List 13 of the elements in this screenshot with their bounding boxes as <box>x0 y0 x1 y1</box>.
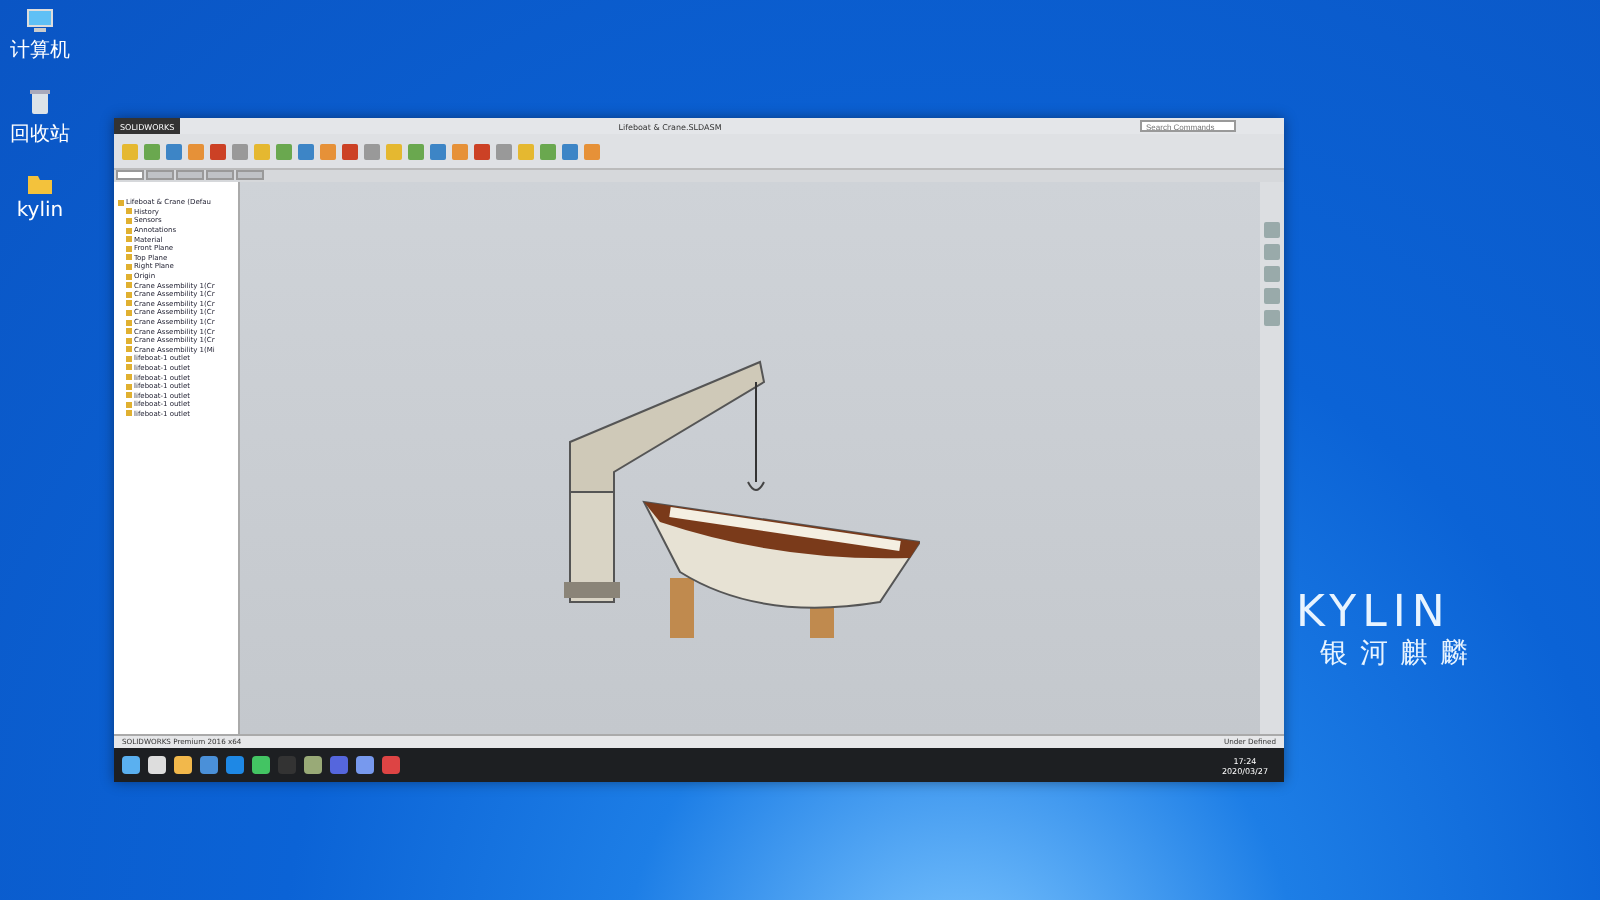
ribbon-tab[interactable] <box>236 170 264 180</box>
ribbon-tab[interactable] <box>206 170 234 180</box>
folder-icon <box>26 172 54 196</box>
trash-icon <box>28 88 52 116</box>
ribbon-tab[interactable] <box>116 170 144 180</box>
desktop-icon[interactable]: kylin <box>16 172 64 222</box>
desktop-icon[interactable]: 计算机 <box>10 8 70 64</box>
monitor-icon <box>26 8 54 32</box>
ribbon-tab[interactable] <box>146 170 174 180</box>
ribbon-tab[interactable] <box>176 170 204 180</box>
brand-subtitle: 银河麒麟 <box>1320 636 1480 672</box>
brand-logo: KYLIN <box>1296 592 1451 636</box>
desktop-icon[interactable]: 回收站 <box>10 88 70 148</box>
